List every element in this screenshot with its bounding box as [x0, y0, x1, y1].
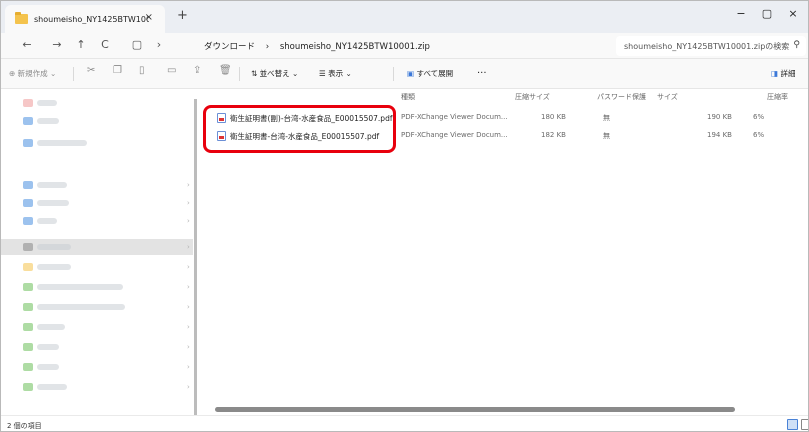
- horizontal-scrollbar[interactable]: [215, 407, 735, 412]
- column-header-type[interactable]: 種類: [401, 92, 415, 102]
- file-password: 無: [603, 114, 610, 122]
- folder-icon: [15, 12, 28, 24]
- file-size: 190 KB: [707, 113, 732, 121]
- file-ratio: 6%: [753, 131, 765, 139]
- details-pane-icon: ◨: [771, 69, 779, 78]
- chevron-right-icon[interactable]: ›: [187, 343, 190, 351]
- details-button[interactable]: ◨ 詳細: [771, 68, 795, 79]
- chevron-right-icon[interactable]: ›: [187, 283, 190, 291]
- chevron-right-icon[interactable]: ›: [187, 199, 190, 207]
- chevron-right-icon[interactable]: ›: [187, 303, 190, 311]
- sidebar-item[interactable]: [23, 323, 65, 331]
- address-bar-row: ← → ↑ C ▢ › ダウンロード › shoumeisho_NY1425BT…: [1, 33, 808, 59]
- sidebar-item[interactable]: [23, 263, 71, 271]
- search-input[interactable]: shoumeisho_NY1425BTW10001.zipの検索 ⚲: [616, 36, 806, 56]
- sidebar-item[interactable]: [23, 363, 59, 371]
- tiles-view-icon[interactable]: [801, 419, 808, 430]
- file-explorer-window: shoumeisho_NY1425BTW10001 × + − ▢ × ← → …: [0, 0, 809, 432]
- maximize-button[interactable]: ▢: [757, 7, 777, 20]
- sidebar-item[interactable]: [23, 283, 123, 291]
- chevron-right-icon[interactable]: ›: [187, 243, 190, 251]
- chevron-right-icon[interactable]: ›: [187, 181, 190, 189]
- delete-icon[interactable]: 🗑: [219, 65, 232, 76]
- breadcrumb-downloads[interactable]: ダウンロード: [204, 42, 255, 52]
- chevron-right-icon[interactable]: ›: [187, 217, 190, 225]
- file-type: PDF-XChange Viewer Docum...: [401, 113, 508, 121]
- item-count: 2 個の項目: [7, 422, 42, 430]
- navigation-pane: › › › › › › › › › › ›: [1, 89, 193, 407]
- refresh-button[interactable]: C: [97, 38, 113, 51]
- sidebar-item[interactable]: [23, 303, 125, 311]
- search-placeholder: shoumeisho_NY1425BTW10001.zipの検索: [624, 42, 790, 51]
- this-pc-icon[interactable]: ▢: [129, 38, 145, 51]
- up-button[interactable]: ↑: [73, 38, 89, 51]
- column-header-password[interactable]: パスワード保護: [597, 92, 646, 102]
- chevron-right-icon[interactable]: ›: [187, 363, 190, 371]
- file-size: 194 KB: [707, 131, 732, 139]
- sidebar-item[interactable]: [23, 243, 71, 251]
- close-tab-icon[interactable]: ×: [145, 12, 153, 23]
- file-password: 無: [603, 132, 610, 140]
- extract-all-button[interactable]: ▣ すべて展開: [407, 68, 453, 79]
- sidebar-item[interactable]: [23, 343, 59, 351]
- sidebar-item[interactable]: [23, 217, 57, 225]
- rename-icon[interactable]: ▭: [167, 65, 176, 76]
- file-ratio: 6%: [753, 113, 765, 121]
- copy-icon[interactable]: ❐: [113, 65, 122, 76]
- sidebar-item[interactable]: [23, 117, 59, 125]
- breadcrumb: ダウンロード › shoumeisho_NY1425BTW10001.zip: [204, 40, 438, 52]
- status-bar: 2 個の項目: [1, 415, 808, 431]
- breadcrumb-separator: ›: [265, 42, 270, 52]
- view-button[interactable]: ☰ 表示 ⌄: [319, 68, 352, 79]
- minimize-button[interactable]: −: [731, 7, 751, 20]
- sidebar-item[interactable]: [23, 383, 67, 391]
- more-button[interactable]: ...: [477, 65, 487, 76]
- command-bar: ⊕ 新規作成 ⌄ ✂ ❐ ▯ ▭ ⇪ 🗑 ⇅ 並べ替え ⌄ ☰ 表示 ⌄ ▣ す…: [1, 59, 808, 89]
- close-window-button[interactable]: ×: [783, 7, 803, 20]
- title-bar: shoumeisho_NY1425BTW10001 × + − ▢ ×: [1, 1, 808, 33]
- file-compressed-size: 182 KB: [541, 131, 566, 139]
- file-compressed-size: 180 KB: [541, 113, 566, 121]
- red-highlight-box: [203, 105, 396, 153]
- forward-button[interactable]: →: [49, 38, 65, 51]
- column-header-size[interactable]: サイズ: [657, 92, 678, 102]
- chevron-right-icon[interactable]: ›: [187, 383, 190, 391]
- column-header-compressed-size[interactable]: 圧縮サイズ: [515, 92, 550, 102]
- share-icon[interactable]: ⇪: [193, 65, 201, 76]
- new-button[interactable]: ⊕ 新規作成 ⌄: [9, 68, 56, 79]
- chevron-right-icon[interactable]: ›: [187, 263, 190, 271]
- new-tab-button[interactable]: +: [177, 8, 188, 23]
- search-icon[interactable]: ⚲: [793, 40, 800, 50]
- extract-icon: ▣: [407, 69, 415, 78]
- tab-title: shoumeisho_NY1425BTW10001: [34, 14, 149, 24]
- paste-icon[interactable]: ▯: [139, 65, 145, 76]
- tab-zip-folder[interactable]: shoumeisho_NY1425BTW10001 ×: [5, 5, 165, 33]
- breadcrumb-zip[interactable]: shoumeisho_NY1425BTW10001.zip: [280, 42, 430, 52]
- chevron-right-icon: ›: [156, 38, 162, 51]
- chevron-right-icon[interactable]: ›: [187, 323, 190, 331]
- file-type: PDF-XChange Viewer Docum...: [401, 131, 508, 139]
- sidebar-item[interactable]: [23, 139, 87, 147]
- sidebar-item[interactable]: [23, 99, 57, 107]
- column-header-ratio[interactable]: 圧縮率: [767, 92, 788, 102]
- sidebar-item[interactable]: [23, 181, 67, 189]
- back-button[interactable]: ←: [19, 38, 35, 51]
- sort-button[interactable]: ⇅ 並べ替え ⌄: [251, 68, 298, 79]
- cut-icon[interactable]: ✂: [87, 65, 95, 76]
- sidebar-item[interactable]: [23, 199, 69, 207]
- details-view-icon[interactable]: [787, 419, 798, 430]
